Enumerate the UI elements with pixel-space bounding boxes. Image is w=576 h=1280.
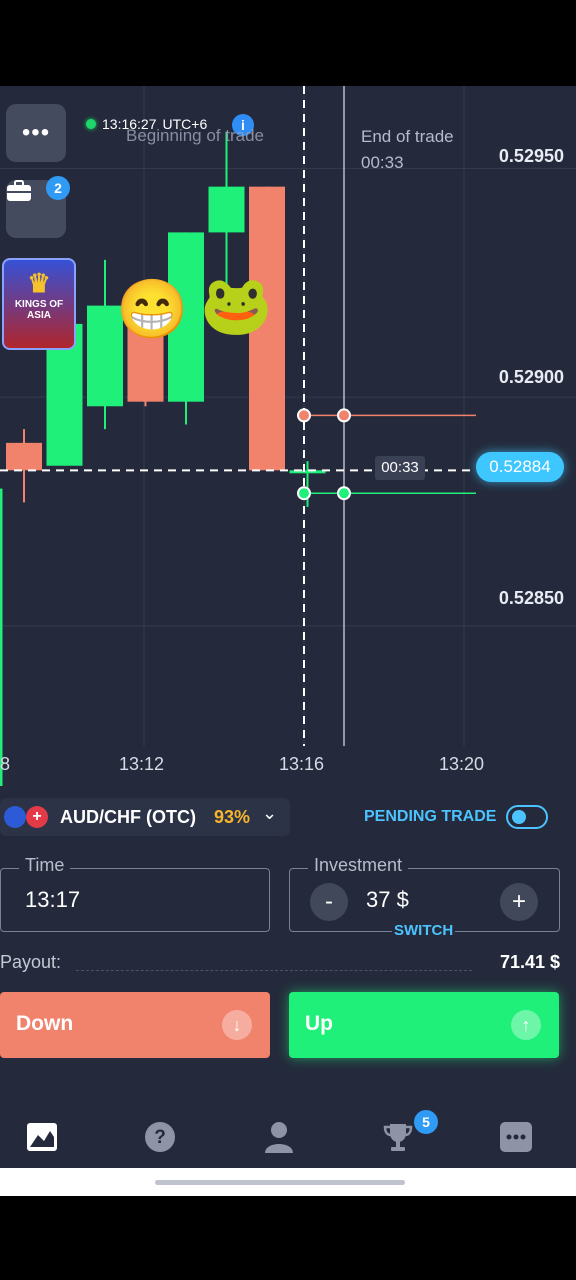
bottom-navigation: ? 5 [0,1108,576,1168]
time-field[interactable]: Time 13:17 [0,855,270,932]
candle-body [208,186,245,233]
sell-order-marker [297,408,311,423]
chf-flag-icon: + [26,806,48,828]
investment-field-label: Investment [308,855,409,876]
chevron-down-icon: ⌄ [262,803,278,823]
online-dot-icon [86,119,96,129]
arrow-up-icon: ↑ [511,1010,541,1040]
chart-icon [27,1123,57,1151]
payout-divider [76,970,472,971]
end-of-trade-countdown: 00:33 [361,153,404,172]
investment-value: 37 $ [366,887,409,912]
tournaments-badge: 5 [414,1110,438,1134]
end-of-trade-text: End of trade [361,127,454,146]
nav-chart[interactable] [25,1120,59,1154]
more-icon [500,1122,532,1152]
decrease-investment-button[interactable]: - [310,883,348,921]
bottom-bezel [0,1196,576,1280]
aud-flag-icon [4,806,26,828]
payout-value: 71.41 $ [499,952,560,972]
arrow-down-icon: ↓ [222,1010,252,1040]
price-axis-label: 0.52950 [498,146,564,166]
price-axis-label: 0.52850 [498,588,564,608]
time-field-value: 13:17 [25,887,81,912]
sell-order-marker [337,408,351,423]
profile-icon [265,1122,293,1153]
price-axis-label: 0.52900 [498,367,564,387]
nav-tournaments[interactable] [381,1120,415,1154]
briefcase-icon [7,180,31,201]
svg-text:?: ? [154,1127,166,1148]
nav-profile[interactable] [262,1120,296,1154]
toggle-knob [512,810,526,824]
candlestick-chart[interactable] [0,86,576,786]
nav-more[interactable] [499,1120,533,1154]
help-icon: ? [145,1122,175,1152]
asset-selector[interactable]: + AUD/CHF (OTC) 93% ⌄ [0,798,290,836]
beginning-of-trade-label: Beginning of trade [126,126,264,145]
status-bar-area [0,0,576,86]
pending-trade-toggle[interactable] [506,805,548,829]
increase-investment-button[interactable]: + [500,883,538,921]
asset-name: AUD/CHF (OTC) [60,807,196,827]
candle-body [6,442,42,471]
trade-countdown: 00:33 [375,456,425,480]
asset-payout-percent: 93% [214,807,251,827]
up-button[interactable]: Up ↑ [289,992,559,1058]
end-of-trade-label: End of trade 00:33 [361,124,454,176]
price-chart[interactable]: 13:16:27 UTC+6 i Beginning of trade End … [0,86,576,786]
up-button-label: Up [305,1012,333,1035]
buy-order-marker [297,486,311,501]
time-axis-label: 13:16 [279,754,325,774]
asset-row: + AUD/CHF (OTC) 93% ⌄ PENDING TRADE [0,798,576,838]
more-dots-icon: ••• [21,119,51,146]
home-indicator[interactable] [155,1180,405,1185]
current-price-badge: 0.52884 [476,452,564,482]
menu-button[interactable]: ••• [6,104,66,162]
home-indicator-area [0,1168,576,1196]
nav-help[interactable]: ? [143,1120,177,1154]
time-axis-label: 8 [0,754,11,774]
grin-emoji-icon: 😁 [116,277,189,342]
portfolio-badge: 2 [46,176,70,200]
payout-label: Payout: [0,952,62,972]
crown-icon: ♛ [27,268,51,298]
time-axis-label: 13:20 [439,754,485,774]
kings-of-asia-promo[interactable]: ♛ KINGS OF ASIA [2,258,76,350]
down-button[interactable]: Down ↓ [0,992,270,1058]
time-field-label: Time [19,855,71,876]
buy-order-marker [337,486,351,501]
trophy-icon [383,1124,413,1151]
trading-app: 13:16:27 UTC+6 i Beginning of trade End … [0,86,576,1196]
down-button-label: Down [16,1012,74,1035]
pending-trade-label: PENDING TRADE [364,808,497,825]
frog-emoji-icon: 🐸 [200,273,273,338]
promo-label: KINGS OF ASIA [14,299,64,321]
switch-currency-button[interactable]: SWITCH [392,922,456,939]
time-axis-label: 13:12 [119,754,165,774]
